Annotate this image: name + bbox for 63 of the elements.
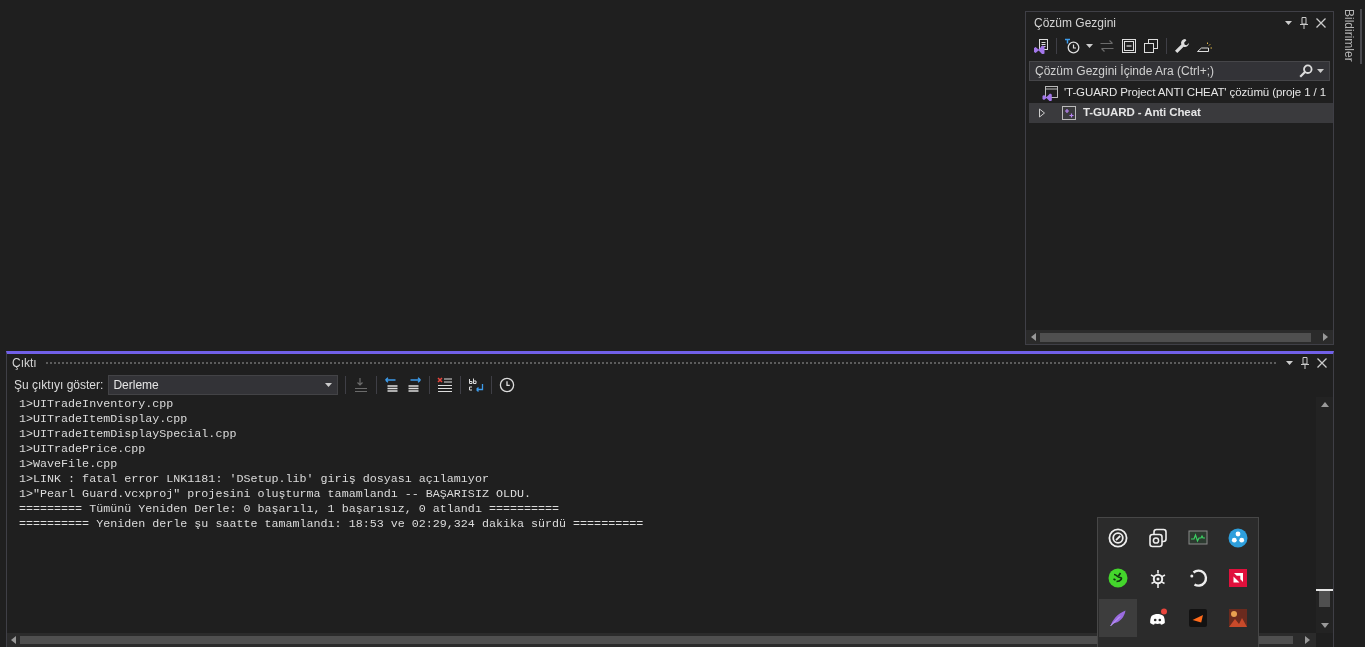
arrow-tile-icon [1188,608,1208,628]
monitor-chart-icon [1188,528,1208,548]
expander-triangle-icon[interactable] [1038,108,1046,118]
solution-icon [1042,85,1058,101]
tree-item[interactable]: T-GUARD - Anti Cheat [1029,103,1333,123]
output-line: 1>UITradeInventory.cpp [19,397,174,412]
close-icon[interactable] [1316,18,1326,28]
scroll-up-icon[interactable] [1320,402,1329,407]
dropdown-caret-icon[interactable] [1286,361,1293,365]
output-line: 1>LINK : fatal error LNK1181: 'DSetup.lib' giriş dosyası açılamıyor [19,472,489,487]
caret-icon[interactable] [1317,69,1324,73]
caret-icon[interactable] [1086,44,1093,48]
circle-squiggle-icon [1108,568,1128,588]
arc-icon [1188,568,1208,588]
side-tab[interactable]: Bildirimler [1341,9,1362,64]
document-logo-icon[interactable] [1033,38,1049,54]
circle-dots-icon [1228,528,1248,548]
panel-title: Çıktı [12,355,37,372]
output-line: 1>UITradePrice.cpp [19,442,146,457]
scroll-left-icon[interactable] [1031,333,1036,341]
output-line: ========== Yeniden derle şu saatte tamamlandı: 18:53 ve 02:29,324 dakika sürdü ========== [19,517,644,532]
scrollbar-thumb[interactable] [1040,332,1311,342]
gamepad-icon [1148,608,1168,628]
vertical-scrollbar[interactable] [1316,397,1333,633]
panel-title: Çözüm Gezgini [1034,15,1117,32]
output-source-label: Şu çıktıyı göster: [14,376,104,394]
word-wrap-icon[interactable] [468,376,485,393]
output-source-dropdown[interactable]: Derleme [108,374,339,395]
pin-icon[interactable] [1300,17,1308,29]
output-line: 1>UITradeItemDisplay.cpp [19,412,188,427]
scrollbar-thumb[interactable] [1319,591,1330,607]
output-line: 1>WaveFile.cpp [19,457,118,472]
tree-item[interactable]: 'T-GUARD Project ANTI CHEAT' çözümü (proje 1 / 1 [1029,83,1333,103]
gear-icon [1148,568,1168,588]
picture-tile-icon [1228,608,1248,628]
logo-tile-icon [1228,568,1248,588]
output-line: 1>"Pearl Guard.vcxproj" projesini oluşturma tamamlandı -- BAŞARISIZ OLDU. [19,487,531,502]
scroll-down-icon[interactable] [1320,623,1329,628]
previous-arrow-icon[interactable] [384,376,401,393]
project-icon [1061,105,1077,121]
search-field[interactable]: Çözüm Gezgini İçinde Ara (Ctrl+;) [1029,61,1330,81]
clock-icon[interactable] [499,376,516,393]
copy-squares-icon[interactable] [1143,38,1159,54]
horizontal-scrollbar[interactable] [1026,330,1333,344]
ring-icon [1108,528,1128,548]
feather-icon [1108,608,1128,628]
scroll-right-icon[interactable] [1323,333,1328,341]
clear-list-icon[interactable] [437,376,454,393]
search-icon[interactable] [1299,64,1313,78]
history-clock-icon[interactable] [1064,38,1080,54]
next-arrow-icon[interactable] [406,376,423,393]
close-icon[interactable] [1317,358,1327,368]
output-line: 1>UITradeItemDisplaySpecial.cpp [19,427,237,442]
output-line: ========= Tümünü Yeniden Derle: 0 başarılı, 1 başarısız, 0 atlandı ========== [19,502,560,517]
overlapping-squares-icon [1148,528,1168,548]
pin-icon[interactable] [1301,357,1309,369]
caret-position-marker [1316,589,1333,591]
scroll-left-icon[interactable] [11,636,16,644]
caret-icon[interactable] [325,382,333,387]
collapse-square-icon[interactable] [1121,38,1137,54]
scroll-right-icon[interactable] [1305,636,1310,644]
wrench-icon[interactable] [1174,38,1190,54]
dropdown-caret-icon[interactable] [1285,21,1292,25]
